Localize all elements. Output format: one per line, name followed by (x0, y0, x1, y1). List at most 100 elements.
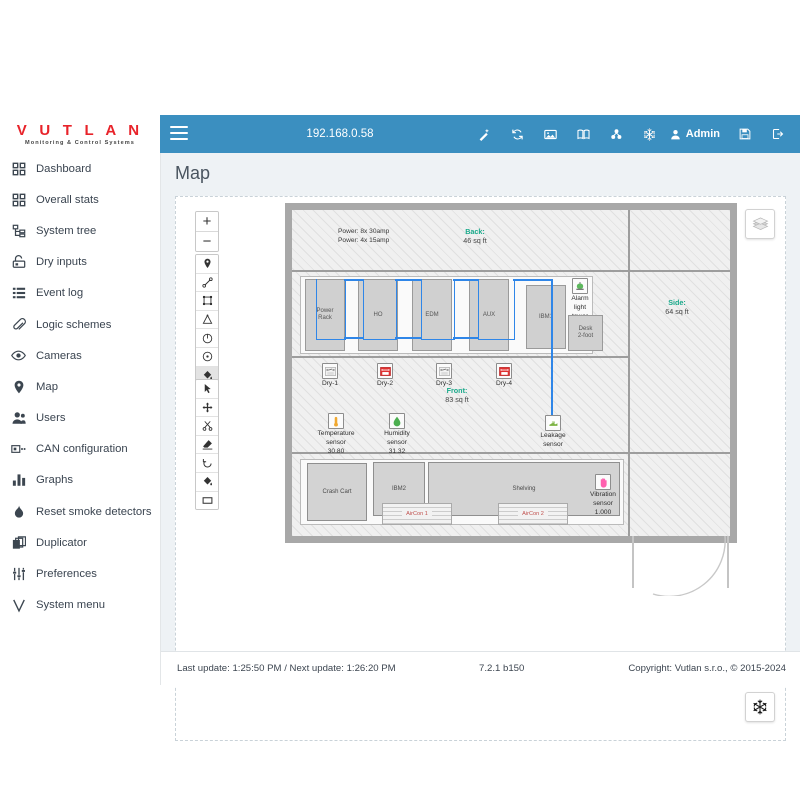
device-label: Dry-3 (435, 380, 453, 387)
sliders-icon (10, 566, 27, 583)
flame-icon (10, 503, 27, 520)
sidebar-item-system-menu[interactable]: System menu (0, 590, 160, 621)
eraser-tool[interactable] (196, 434, 218, 454)
device-temperature-sensor[interactable]: Temperature sensor 30.80 (305, 413, 367, 456)
zone-name: Side: (668, 298, 686, 307)
vibration-hand-icon (595, 474, 611, 490)
line-tool[interactable] (196, 272, 218, 292)
can-icon (10, 441, 27, 458)
sidebar-item-label: Logic schemes (36, 318, 112, 331)
sidebar-item-dashboard[interactable]: Dashboard (0, 153, 160, 184)
dry-input-icon (10, 254, 27, 271)
device-label: Vibration (590, 491, 616, 498)
pin-tool[interactable] (196, 255, 218, 273)
zoom-in-button[interactable]: + (196, 212, 218, 231)
cut-tool[interactable] (196, 416, 218, 435)
device-label-2: sensor (543, 441, 563, 448)
circle-tool[interactable] (196, 328, 218, 347)
user-menu[interactable]: Admin (666, 115, 728, 153)
sidebar-item-duplicator[interactable]: Duplicator (0, 527, 160, 558)
header-icon-group: Admin (468, 115, 794, 153)
zoom-out-button[interactable]: − (196, 231, 218, 251)
rectangle-tool-2[interactable] (196, 490, 218, 510)
rotate-tool[interactable] (196, 453, 218, 472)
device-vibration-sensor[interactable]: Vibration sensor 1.000 (580, 474, 626, 517)
leakage-icon (545, 415, 561, 431)
polygon-tool[interactable] (196, 291, 218, 310)
device-humidity-sensor[interactable]: Humidity sensor 31.32 (369, 413, 425, 456)
sitemap-icon[interactable] (600, 115, 633, 153)
partition-horizontal-2 (292, 356, 628, 358)
cable-run-1 (316, 279, 346, 340)
sidebar-item-logic-schemes[interactable]: Logic schemes (0, 309, 160, 340)
zone-area: 83 sq ft (445, 395, 469, 405)
cable-run-3 (421, 279, 455, 340)
sidebar-item-preferences[interactable]: Preferences (0, 558, 160, 589)
sidebar-item-label: CAN configuration (36, 443, 128, 456)
sidebar-item-users[interactable]: Users (0, 403, 160, 434)
sidebar-item-label: Preferences (36, 568, 97, 581)
stats-grid-icon (10, 191, 27, 208)
device-dry-4[interactable]: Dry-4 (487, 363, 521, 388)
snowflake-icon[interactable] (633, 115, 666, 153)
device-leakage-sensor[interactable]: Leakage sensor (528, 415, 578, 449)
snowflake-icon-button[interactable] (745, 692, 775, 722)
paperclip-icon (10, 316, 27, 333)
v-letter-icon (10, 597, 27, 614)
power-note-line-1: Power: 8x 30amp (338, 228, 390, 235)
sidebar-item-map[interactable]: Map (0, 371, 160, 402)
footer-copyright: Copyright: Vutlan s.r.o., © 2015-2024 (628, 663, 786, 674)
cable-bottom-link-1 (344, 337, 364, 339)
sidebar-item-dry-inputs[interactable]: Dry inputs (0, 247, 160, 278)
floorplan-drawing[interactable]: Power: 8x 30amp Power: 4x 15amp Back: 46… (285, 203, 737, 596)
hamburger-icon[interactable] (170, 126, 188, 142)
angle-tool[interactable] (196, 309, 218, 329)
aircon-label: AirCon 2 (518, 511, 548, 517)
device-dry-3[interactable]: Dry-3 (427, 363, 461, 388)
cable-top-link-4 (513, 279, 553, 281)
sidebar-item-graphs[interactable]: Graphs (0, 465, 160, 496)
desk-2-foot[interactable]: Desk 2-foot (568, 315, 603, 351)
layers-icon[interactable] (745, 209, 775, 239)
sidebar-item-reset-smoke-detectors[interactable]: Reset smoke detectors (0, 496, 160, 527)
brand-name: V U T L A N (16, 121, 144, 139)
dashboard-grid-icon (10, 160, 27, 177)
furniture-crash-cart[interactable]: Crash Cart (307, 463, 367, 521)
eye-icon (10, 347, 27, 364)
device-dry-1[interactable]: Dry-1 (313, 363, 347, 388)
refresh-icon[interactable] (501, 115, 534, 153)
aircon-1[interactable]: AirCon 1 (382, 503, 452, 525)
sidebar-item-overall-stats[interactable]: Overall stats (0, 184, 160, 215)
power-note-line-2: Power: 4x 15amp (338, 237, 390, 244)
furniture-label: Shelving (512, 486, 536, 492)
sidebar-item-cameras[interactable]: Cameras (0, 340, 160, 371)
sidebar-item-label: System tree (36, 224, 97, 237)
image-icon[interactable] (534, 115, 567, 153)
aircon-2[interactable]: AirCon 2 (498, 503, 568, 525)
device-dry-2[interactable]: Dry-2 (368, 363, 402, 388)
zone-area: 64 sq ft (665, 307, 689, 317)
rack-ibm1[interactable]: IBM1 (526, 285, 566, 349)
select-tool[interactable] (196, 380, 218, 398)
sidebar-item-can-configuration[interactable]: CAN configuration (0, 434, 160, 465)
logout-icon[interactable] (761, 115, 794, 153)
footer-version: 7.2.1 b150 (479, 663, 525, 674)
furniture-label: Crash Cart (322, 489, 352, 495)
cable-top-link-1 (344, 279, 364, 281)
brand-logo[interactable]: V U T L A N Monitoring & Control Systems (0, 115, 160, 153)
device-label: Alarm (571, 295, 589, 302)
device-label: Dry-4 (495, 380, 513, 387)
sidebar-item-event-log[interactable]: Event log (0, 278, 160, 309)
save-icon[interactable] (728, 115, 761, 153)
thermometer-icon (328, 413, 344, 429)
book-icon[interactable] (567, 115, 600, 153)
move-tool[interactable] (196, 397, 218, 417)
magic-wand-icon[interactable] (468, 115, 501, 153)
dot-circle-tool[interactable] (196, 346, 218, 366)
copy-icon (10, 534, 27, 551)
device-value: 30.80 (327, 448, 345, 455)
sidebar-item-system-tree[interactable]: System tree (0, 215, 160, 246)
sidebar-item-label: Dry inputs (36, 256, 87, 269)
fill-tool-2[interactable] (196, 471, 218, 491)
sidebar-item-label: Reset smoke detectors (36, 505, 152, 518)
